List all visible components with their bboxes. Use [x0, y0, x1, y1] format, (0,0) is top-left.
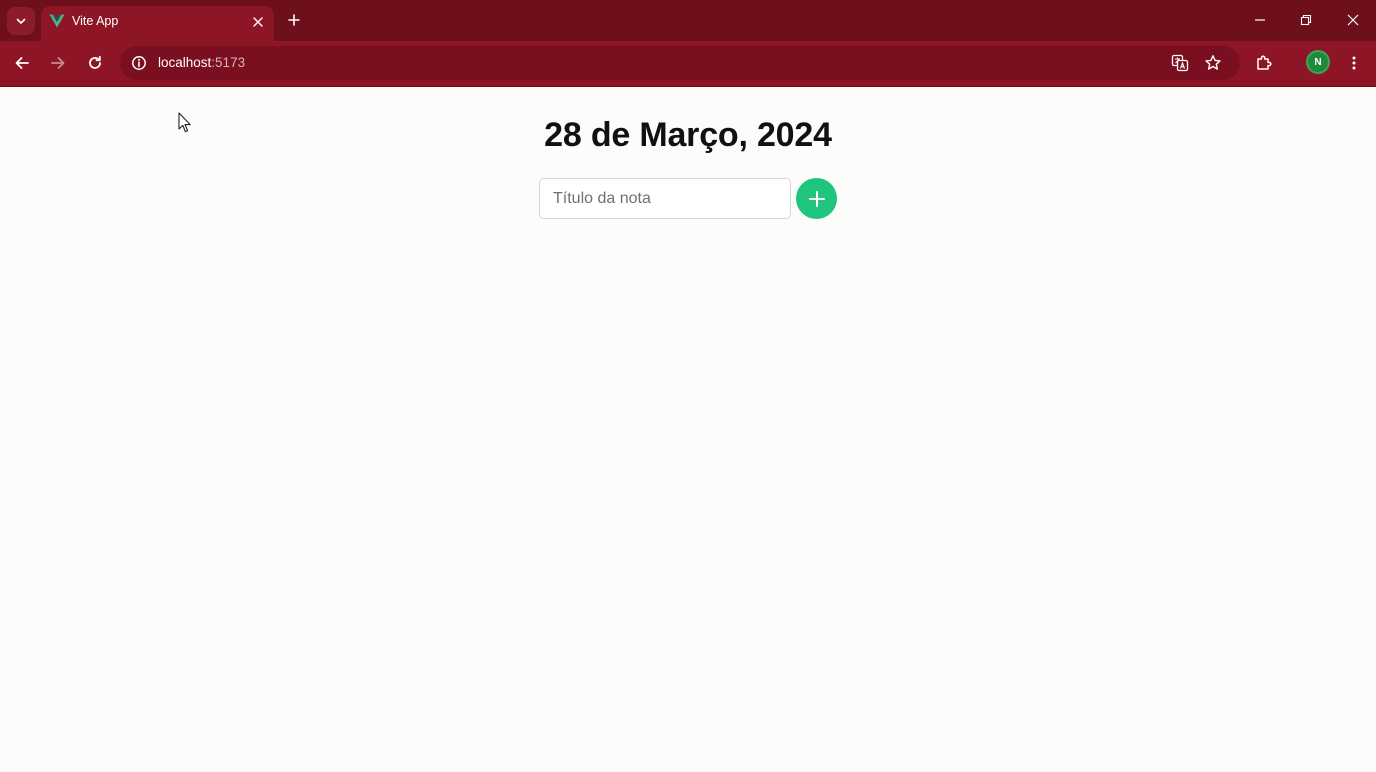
- close-icon: [253, 17, 263, 27]
- reload-button[interactable]: [80, 48, 110, 78]
- tab-title: Vite App: [72, 14, 119, 28]
- puzzle-icon: [1257, 55, 1272, 70]
- tab-strip: Vite App: [0, 0, 1376, 41]
- browser-toolbar: localhost:5173 N: [0, 41, 1376, 87]
- note-title-input[interactable]: [539, 178, 791, 219]
- restore-button[interactable]: [1291, 6, 1321, 34]
- browser-menu-button[interactable]: [1339, 48, 1369, 78]
- minimize-button[interactable]: [1245, 6, 1275, 34]
- arrow-left-icon: [15, 57, 29, 69]
- url-host: localhost: [158, 55, 212, 70]
- translate-button[interactable]: [1170, 53, 1190, 73]
- browser-tab-active[interactable]: Vite App: [41, 6, 274, 41]
- minimize-icon: [1255, 19, 1265, 21]
- star-icon: [1205, 55, 1221, 70]
- site-info-button[interactable]: [129, 53, 149, 73]
- page-viewport: 28 de Março, 2024: [0, 88, 1376, 772]
- chevron-down-icon: [16, 18, 26, 24]
- forward-button[interactable]: [43, 48, 73, 78]
- arrow-right-icon: [51, 57, 65, 69]
- tab-search-button[interactable]: [7, 7, 35, 35]
- profile-avatar[interactable]: N: [1308, 52, 1328, 72]
- page-title: 28 de Março, 2024: [544, 116, 832, 154]
- vue-logo-icon: [49, 14, 65, 28]
- plus-icon: [288, 14, 300, 26]
- close-icon: [1347, 14, 1359, 26]
- restore-icon: [1300, 14, 1312, 26]
- info-icon: [132, 56, 146, 70]
- bookmark-button[interactable]: [1203, 53, 1223, 73]
- mouse-pointer-icon: [178, 112, 191, 133]
- plus-icon: [808, 190, 825, 207]
- new-tab-button[interactable]: [282, 8, 306, 32]
- translate-icon: [1171, 54, 1189, 72]
- url-text: localhost:5173: [158, 55, 245, 70]
- url-port: :5173: [211, 55, 246, 70]
- back-button[interactable]: [7, 48, 37, 78]
- more-vertical-icon: [1352, 56, 1356, 70]
- tab-close-button[interactable]: [248, 12, 268, 32]
- address-bar[interactable]: localhost:5173: [120, 46, 1240, 80]
- window-close-button[interactable]: [1338, 6, 1368, 34]
- extensions-button[interactable]: [1249, 48, 1279, 78]
- reload-icon: [89, 55, 101, 69]
- add-note-button[interactable]: [796, 178, 837, 219]
